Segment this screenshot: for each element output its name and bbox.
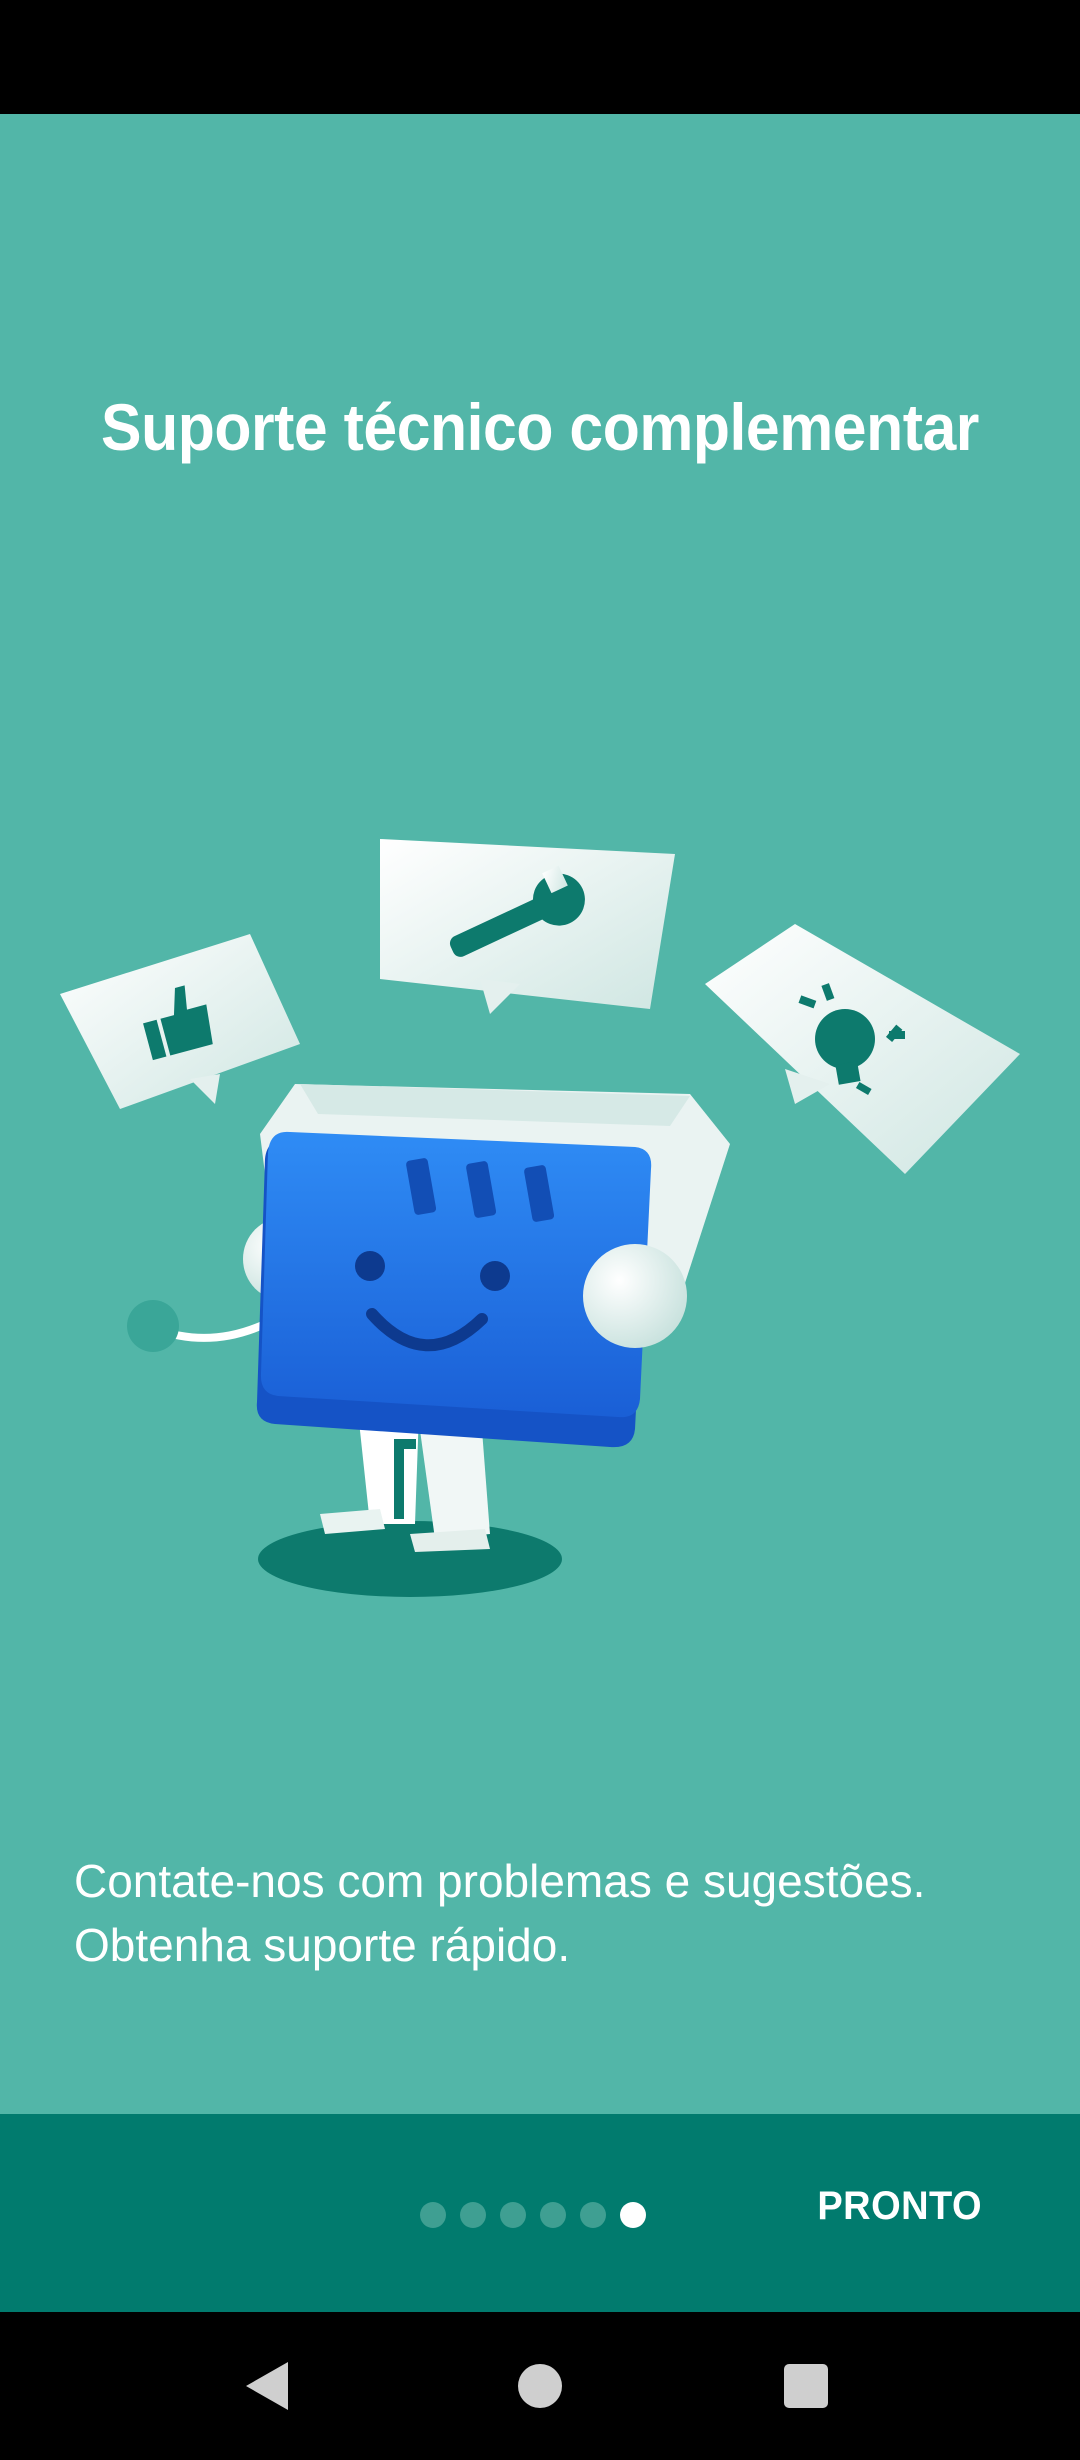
back-icon[interactable] [240, 2356, 300, 2416]
lightbulb-bubble [705, 924, 1020, 1174]
page-title: Suporte técnico complementar [101, 390, 979, 464]
screen: Suporte técnico complementar Contate-nos… [0, 0, 1080, 2460]
onboarding-page: Suporte técnico complementar Contate-nos… [0, 114, 1080, 2114]
mascot-shadow [258, 1521, 562, 1597]
description-line: Obtenha suporte rápido. [74, 1919, 571, 1971]
page-dot [580, 2202, 606, 2228]
page-dot [460, 2202, 486, 2228]
wrench-bubble [380, 839, 675, 1014]
mascot-eye-left [355, 1251, 385, 1281]
system-navigation-bar [0, 2312, 1080, 2460]
support-mascot-illustration [60, 839, 1020, 1597]
page-description: Contate-nos com problemas e sugestões. O… [74, 1849, 1034, 1977]
onboarding-bottom-bar: PRONTO [0, 2114, 1080, 2312]
status-bar [0, 0, 1080, 114]
home-icon[interactable] [510, 2356, 570, 2416]
page-indicator [420, 2202, 646, 2228]
page-dot-active [620, 2202, 646, 2228]
headset-mic [127, 1300, 179, 1352]
description-line: Contate-nos com problemas e sugestões. [74, 1855, 926, 1907]
thumbs-up-bubble [60, 934, 300, 1109]
recents-icon[interactable] [776, 2356, 836, 2416]
page-dot [500, 2202, 526, 2228]
page-dot [540, 2202, 566, 2228]
done-button[interactable]: PRONTO [817, 2184, 982, 2229]
page-dot [420, 2202, 446, 2228]
mascot-eye-right [480, 1261, 510, 1291]
